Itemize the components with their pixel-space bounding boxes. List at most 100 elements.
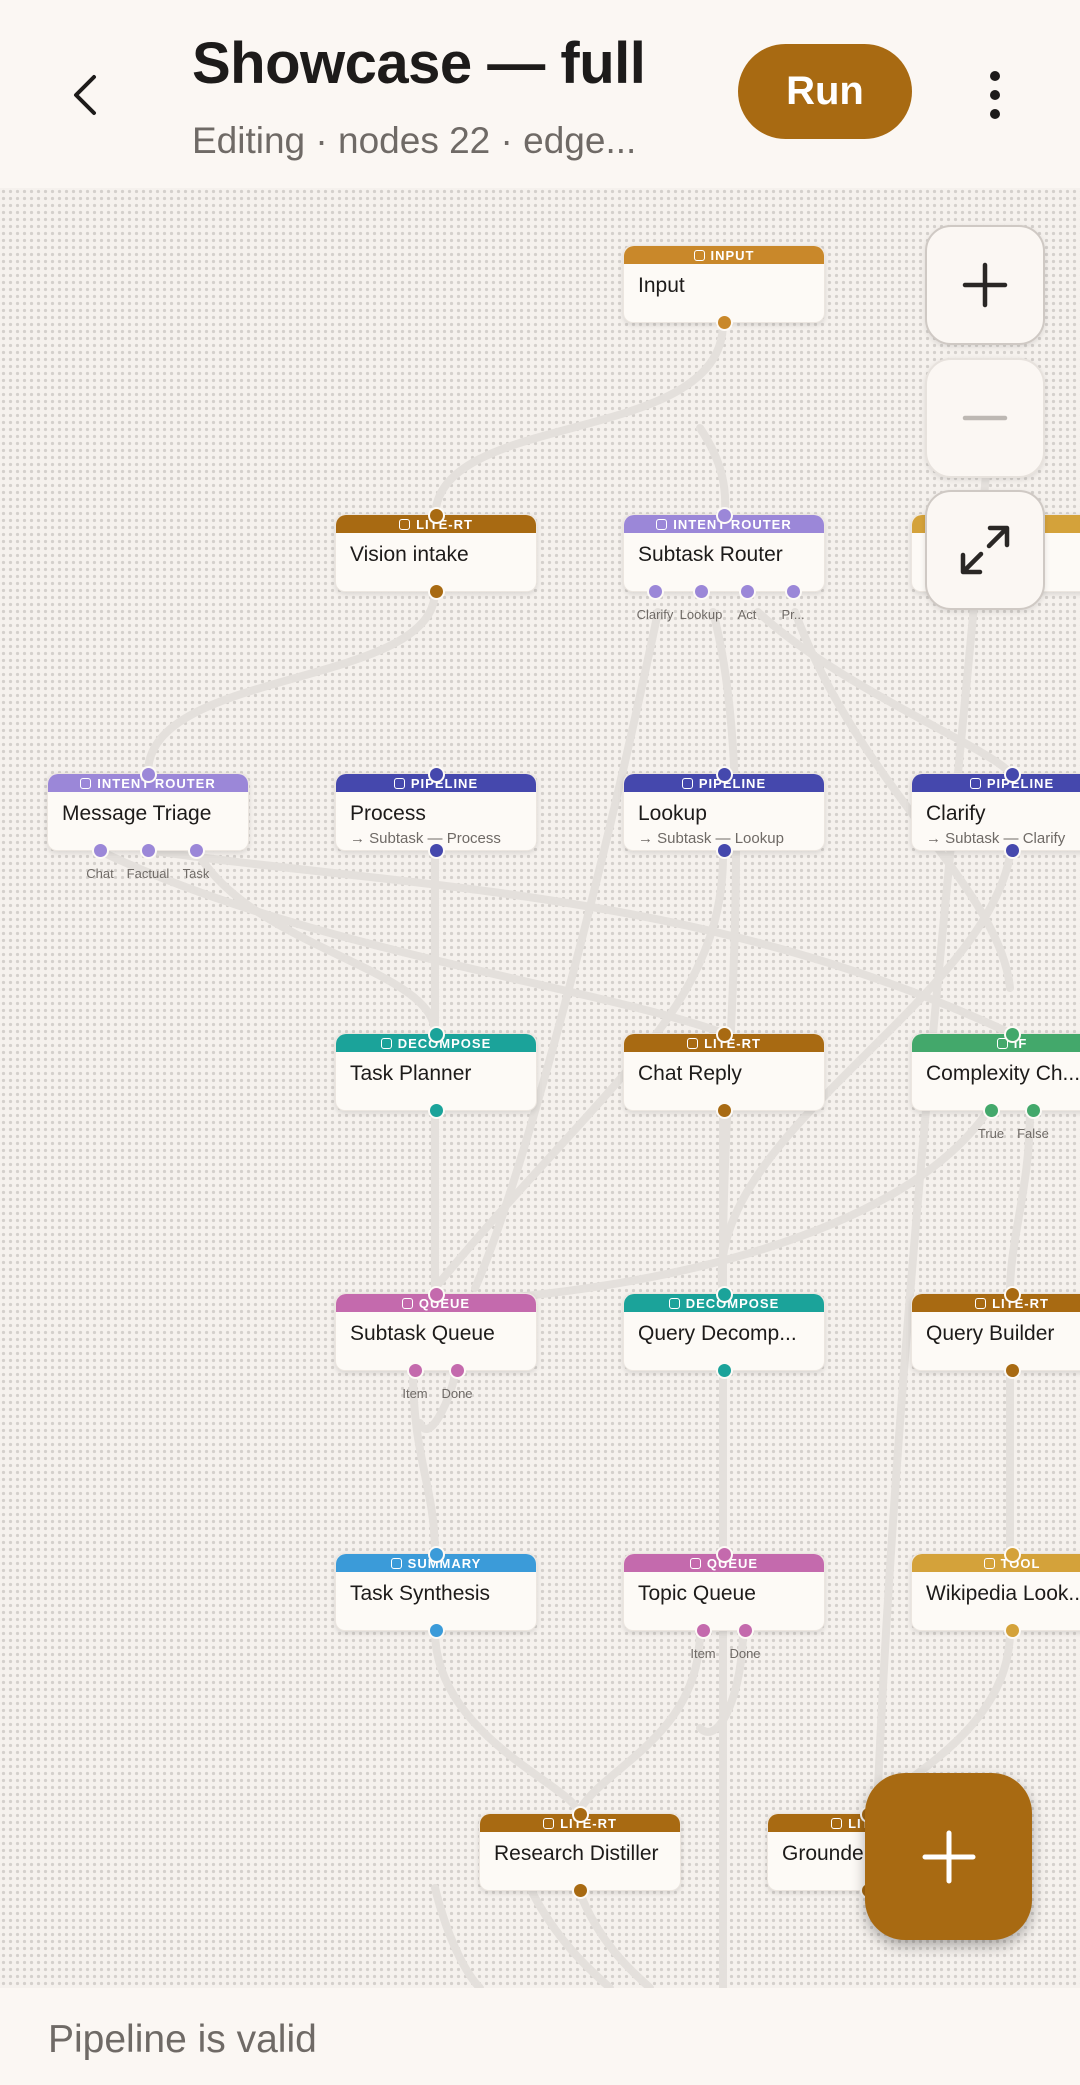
pipeline-icon <box>969 777 981 789</box>
node-output-port[interactable] <box>1004 1362 1021 1379</box>
chip-icon <box>687 1037 699 1049</box>
node-output-port[interactable] <box>140 842 157 859</box>
node-process[interactable]: PIPELINE Process → Subtask — Process <box>335 766 537 859</box>
node-task-planner[interactable]: DECOMPOSE Task Planner <box>335 1026 537 1119</box>
queue-icon <box>401 1297 413 1309</box>
node-name: Lookup <box>638 802 707 825</box>
node-output-port[interactable] <box>983 1102 1000 1119</box>
node-wikipedia[interactable]: TOOL Wikipedia Look... <box>911 1546 1080 1639</box>
queue-icon <box>689 1557 701 1569</box>
node-input-port[interactable] <box>716 1546 733 1563</box>
node-input-port[interactable] <box>716 1286 733 1303</box>
tool-icon <box>983 1557 995 1569</box>
port-label: Task <box>182 866 210 881</box>
node-name: Message Triage <box>62 802 212 825</box>
node-clarify[interactable]: PIPELINE Clarify → Subtask — Clarify <box>911 766 1080 859</box>
node-type-label: INPUT <box>710 247 755 263</box>
input-icon <box>693 249 705 261</box>
node-message-triage[interactable]: INTENT ROUTER Message Triage Chat Factual Ta… <box>47 766 249 881</box>
decompose-icon <box>668 1297 680 1309</box>
decompose-icon <box>380 1037 392 1049</box>
node-input-port[interactable] <box>428 507 445 524</box>
node-output-port[interactable] <box>695 1622 712 1639</box>
node-input-port[interactable] <box>716 507 733 524</box>
node-output-port[interactable] <box>716 842 733 859</box>
node-subtask-router[interactable]: INTENT ROUTER Subtask Router Clarify Lookup… <box>623 507 825 622</box>
node-output-port[interactable] <box>716 314 733 331</box>
node-output-port[interactable] <box>407 1362 424 1379</box>
node-type-label: QUEUE <box>706 1555 759 1571</box>
node-name: Wikipedia Look... <box>926 1582 1080 1605</box>
node-input-port[interactable] <box>572 1806 589 1823</box>
run-button[interactable]: Run <box>738 44 912 139</box>
node-output-port[interactable] <box>188 842 205 859</box>
node-output-port[interactable] <box>1004 842 1021 859</box>
zoom-in-button[interactable] <box>925 225 1045 345</box>
node-output-port[interactable] <box>716 1102 733 1119</box>
node-output-port[interactable] <box>1004 1622 1021 1639</box>
node-name: Clarify <box>926 802 986 825</box>
more-menu-button[interactable] <box>970 60 1020 130</box>
node-input-port[interactable] <box>1004 766 1021 783</box>
back-button[interactable] <box>60 60 110 130</box>
node-complexity[interactable]: IF Complexity Ch... True False <box>911 1026 1080 1141</box>
node-input-port[interactable] <box>716 1026 733 1043</box>
graph-canvas[interactable]: INPUT Input LITE-RT Vision intake INTENT ROU… <box>0 188 1080 1988</box>
node-name: Topic Queue <box>638 1582 756 1605</box>
node-name: Grounde <box>782 1842 864 1865</box>
node-input[interactable]: INPUT Input <box>623 245 825 331</box>
node-type-label: QUEUE <box>418 1295 471 1311</box>
node-input-port[interactable] <box>1004 1026 1021 1043</box>
node-topic-queue[interactable]: QUEUE Topic Queue Item Done <box>623 1546 825 1661</box>
node-name: Input <box>638 274 685 297</box>
node-query-builder[interactable]: LITE-RT Query Builder <box>911 1286 1080 1379</box>
node-input-port[interactable] <box>1004 1546 1021 1563</box>
node-output-port[interactable] <box>428 583 445 600</box>
fit-view-button[interactable] <box>925 490 1045 610</box>
node-type-label: INTENT ROUTER <box>673 516 792 532</box>
chip-icon <box>831 1817 843 1829</box>
node-output-port[interactable] <box>785 583 802 600</box>
node-input-port[interactable] <box>428 1546 445 1563</box>
node-output-port[interactable] <box>428 1102 445 1119</box>
node-output-port[interactable] <box>647 583 664 600</box>
node-input-port[interactable] <box>428 1026 445 1043</box>
node-input-port[interactable] <box>428 1286 445 1303</box>
node-lookup[interactable]: PIPELINE Lookup → Subtask — Lookup <box>623 766 825 859</box>
node-research-distiller[interactable]: LITE-RT Research Distiller <box>479 1806 681 1899</box>
node-chat-reply[interactable]: LITE-RT Chat Reply <box>623 1026 825 1119</box>
node-output-port[interactable] <box>739 583 756 600</box>
node-output-port[interactable] <box>737 1622 754 1639</box>
node-output-port[interactable] <box>716 1362 733 1379</box>
node-task-synthesis[interactable]: SUMMARY Task Synthesis <box>335 1546 537 1639</box>
node-output-port[interactable] <box>92 842 109 859</box>
port-label: False <box>1017 1126 1049 1141</box>
node-output-port[interactable] <box>428 1622 445 1639</box>
node-input-port[interactable] <box>140 766 157 783</box>
app-header: Showcase — full Editing · nodes 22 · edg… <box>0 0 1080 188</box>
node-subtask-queue[interactable]: QUEUE Subtask Queue Item Done <box>335 1286 537 1401</box>
summary-icon <box>390 1557 402 1569</box>
port-label: Done <box>729 1646 761 1661</box>
node-name: Subtask Queue <box>350 1322 495 1345</box>
node-type-label: SUMMARY <box>407 1555 482 1571</box>
node-output-port[interactable] <box>1025 1102 1042 1119</box>
node-vision[interactable]: LITE-RT Vision intake <box>335 507 537 600</box>
port-label: Factual <box>126 866 170 881</box>
node-type-label: PIPELINE <box>410 775 479 791</box>
node-input-port[interactable] <box>1004 1286 1021 1303</box>
port-label: Chat <box>86 866 114 881</box>
port-label: Item <box>690 1646 716 1661</box>
node-output-port[interactable] <box>428 842 445 859</box>
node-input-port[interactable] <box>428 766 445 783</box>
node-type-label: LITE-RT <box>704 1035 761 1051</box>
chip-icon <box>543 1817 555 1829</box>
node-output-port[interactable] <box>572 1882 589 1899</box>
node-output-port[interactable] <box>449 1362 466 1379</box>
add-node-button[interactable] <box>865 1773 1032 1940</box>
plus-icon <box>962 262 1008 308</box>
zoom-out-button[interactable] <box>925 358 1045 478</box>
node-output-port[interactable] <box>693 583 710 600</box>
node-input-port[interactable] <box>716 766 733 783</box>
node-query-decomp[interactable]: DECOMPOSE Query Decomp... <box>623 1286 825 1379</box>
